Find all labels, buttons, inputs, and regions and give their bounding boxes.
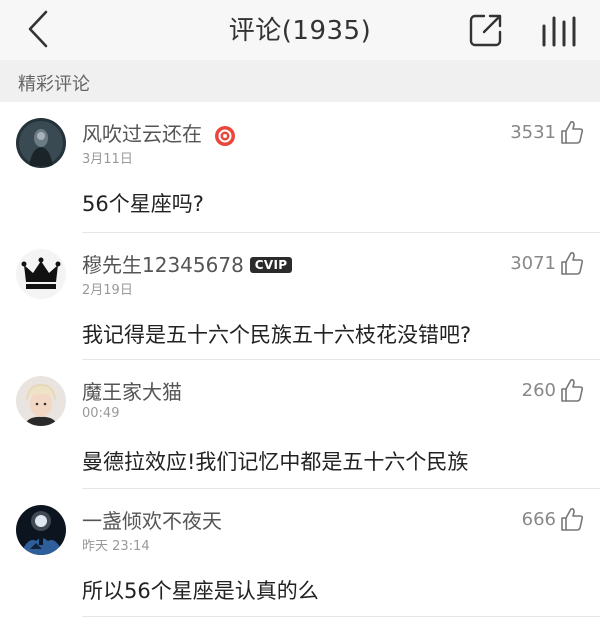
avatar[interactable] <box>16 249 66 299</box>
comment-item: 一盏倾欢不夜天 昨天 23:14 666 所以56个星座是认真的么 <box>0 489 600 617</box>
section-title: 精彩评论 <box>18 74 90 95</box>
vip-badge: CVIP <box>249 256 293 273</box>
vertical-bars-icon <box>542 16 576 47</box>
username-text: 风吹过云还在 <box>82 122 202 146</box>
comments-screen: 评论(1935) 精彩评论 风吹过云还在 3月11日 3531 56个星座吗? … <box>0 0 600 625</box>
back-button[interactable] <box>18 6 62 52</box>
menu-button[interactable] <box>538 12 584 50</box>
comment-item: 风吹过云还在 3月11日 3531 56个星座吗? <box>0 102 600 233</box>
like-button[interactable]: 3071 <box>510 249 584 277</box>
chevron-left-icon <box>28 10 48 48</box>
username[interactable]: 一盏倾欢不夜天 <box>82 505 222 534</box>
username[interactable]: 魔王家大猫 <box>82 376 182 405</box>
like-count: 3071 <box>510 252 556 274</box>
username[interactable]: 穆先生12345678 CVIP <box>82 249 293 278</box>
red-badge-icon <box>215 125 236 146</box>
timestamp: 3月11日 <box>82 152 133 167</box>
timestamp: 2月19日 <box>82 283 133 298</box>
thumbs-up-icon <box>561 379 584 402</box>
share-icon <box>469 14 502 47</box>
comment-text: 所以56个星座是认真的么 <box>82 579 319 603</box>
top-bar: 评论(1935) <box>0 0 600 60</box>
comment-item: 穆先生12345678 CVIP 2月19日 3071 我记得是五十六个民族五十六… <box>0 233 600 360</box>
share-button[interactable] <box>466 10 506 50</box>
thumbs-up-icon <box>561 252 584 275</box>
like-button[interactable]: 260 <box>522 376 584 404</box>
comment-item: 魔王家大猫 00:49 260 曼德拉效应!我们记忆中都是五十六个民族 <box>0 360 600 489</box>
username[interactable]: 风吹过云还在 <box>82 118 236 147</box>
avatar[interactable] <box>16 118 66 168</box>
timestamp: 00:49 <box>82 406 120 421</box>
comment-text: 曼德拉效应!我们记忆中都是五十六个民族 <box>82 450 469 474</box>
thumbs-up-icon <box>561 508 584 531</box>
divider <box>82 616 600 617</box>
timestamp: 昨天 23:14 <box>82 539 150 554</box>
avatar[interactable] <box>16 376 66 426</box>
username-text: 穆先生12345678 <box>82 253 244 277</box>
thumbs-up-icon <box>561 121 584 144</box>
avatar[interactable] <box>16 505 66 555</box>
comment-text: 我记得是五十六个民族五十六枝花没错吧? <box>82 323 472 347</box>
section-header: 精彩评论 <box>0 60 600 102</box>
page-title: 评论(1935) <box>228 16 372 46</box>
like-button[interactable]: 3531 <box>510 118 584 146</box>
like-count: 3531 <box>510 121 556 143</box>
like-count: 260 <box>521 379 556 401</box>
like-count: 666 <box>521 508 556 530</box>
like-button[interactable]: 666 <box>522 505 584 533</box>
comment-text: 56个星座吗? <box>82 192 204 216</box>
